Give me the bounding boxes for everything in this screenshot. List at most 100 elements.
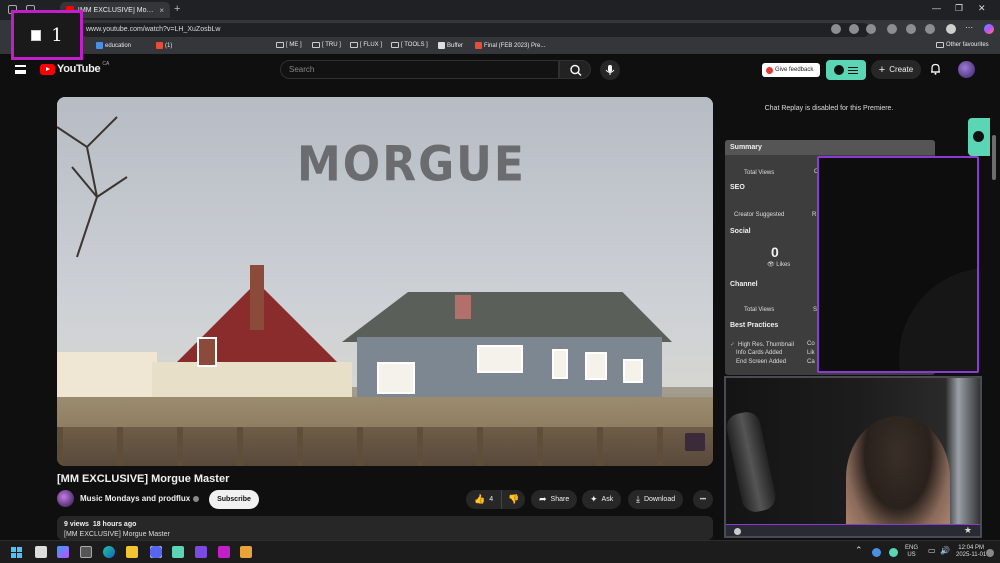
webcam-bar: ★ xyxy=(726,524,980,536)
minimize-button[interactable]: — xyxy=(932,3,941,13)
file-explorer-icon[interactable] xyxy=(126,546,138,558)
task-view-icon[interactable] xyxy=(35,546,47,558)
copilot-app-icon[interactable] xyxy=(57,546,69,558)
chimney-graphic xyxy=(455,295,471,319)
bookmark-other-favourites[interactable]: Other favourites xyxy=(936,42,989,48)
channel-name[interactable]: Music Mondays and prodflux xyxy=(80,494,200,503)
give-feedback-button[interactable]: Give feedback xyxy=(762,63,820,77)
share-button[interactable]: ➦ Share xyxy=(531,490,578,509)
windows-start-icon[interactable] xyxy=(11,547,22,558)
new-tab-button[interactable]: + xyxy=(174,3,180,15)
account-avatar[interactable] xyxy=(958,61,975,78)
window-graphic xyxy=(377,362,415,394)
voice-search-button[interactable] xyxy=(600,60,620,80)
dislike-button[interactable]: 👎 xyxy=(501,490,525,509)
search-input[interactable]: Search xyxy=(280,60,559,79)
overlay-window[interactable] xyxy=(817,156,979,373)
seo-header[interactable]: SEO xyxy=(730,184,745,191)
notifications-bell-icon[interactable] xyxy=(930,63,941,75)
profile-icon[interactable] xyxy=(946,24,956,34)
extension-icon[interactable] xyxy=(925,24,935,34)
clock[interactable]: 12:04 PM 2025-11-01 xyxy=(956,545,986,559)
check-icon: ✓ xyxy=(730,342,736,348)
thumbs-down-icon: 👎 xyxy=(508,494,520,504)
cut-value: R xyxy=(812,212,817,218)
more-menu-icon[interactable]: ⋯ xyxy=(965,24,975,34)
summary-header[interactable]: Summary xyxy=(725,140,935,155)
tray-app-icon[interactable] xyxy=(889,548,898,557)
search-button[interactable] xyxy=(559,60,591,79)
creator-suggested-label: Creator Suggested xyxy=(734,212,785,218)
best-practices-header[interactable]: Best Practices xyxy=(730,322,778,329)
close-window-button[interactable]: ✕ xyxy=(978,3,986,14)
screen: [MM EXCLUSIVE] Morgue Master × + — ❐ ✕ w… xyxy=(0,0,1000,563)
thumbnail-title-art: MORGUE xyxy=(297,136,526,193)
best-practice-item: End Screen Added xyxy=(736,359,787,365)
bookmark-notifications[interactable]: (1) xyxy=(156,42,172,49)
language-indicator[interactable]: ENG US xyxy=(905,545,918,559)
tray-app-icon[interactable] xyxy=(872,548,881,557)
close-tab-icon[interactable]: × xyxy=(159,6,164,15)
likes-label: 👁 Likes xyxy=(767,262,791,268)
window-graphic xyxy=(552,349,568,379)
maximize-button[interactable]: ❐ xyxy=(955,3,963,14)
subscribe-button[interactable]: Subscribe xyxy=(209,490,259,509)
create-button[interactable]: + Create xyxy=(871,60,921,79)
browser-tab-bar: [MM EXCLUSIVE] Morgue Master × + — ❐ ✕ xyxy=(0,0,1000,20)
youtube-logo[interactable]: YouTube CA xyxy=(40,61,109,75)
copilot-icon[interactable] xyxy=(984,24,994,34)
more-actions-button[interactable]: ••• xyxy=(693,490,713,509)
extension-icon[interactable] xyxy=(831,24,841,34)
bookmark-folder-me[interactable]: [ ME ] xyxy=(276,42,302,48)
bookmark-buffer[interactable]: Buffer xyxy=(438,42,463,49)
channel-avatar[interactable] xyxy=(57,490,74,507)
show-hidden-icons-icon[interactable]: ⌃ xyxy=(855,546,863,555)
social-header[interactable]: Social xyxy=(730,228,751,235)
description-box[interactable]: 9 views 18 hours ago [MM EXCLUSIVE] Morg… xyxy=(57,516,713,540)
person-head-graphic xyxy=(846,416,950,536)
channel-header[interactable]: Channel xyxy=(730,281,758,288)
bookmark-final[interactable]: Final (FEB 2023) Pre... xyxy=(475,42,545,49)
best-practice-item: Info Cards Added xyxy=(736,350,783,356)
tubebuddy-extension-button[interactable] xyxy=(826,60,866,80)
bookmark-education[interactable]: education xyxy=(96,42,131,49)
notifications-icon[interactable] xyxy=(986,549,994,557)
bookmark-folder-tools[interactable]: [ TOOLS ] xyxy=(391,42,428,48)
tubebuddy-side-tab[interactable] xyxy=(968,118,990,156)
app-icon[interactable] xyxy=(240,546,252,558)
menu-icon[interactable] xyxy=(15,65,26,74)
like-button[interactable]: 👍 4 xyxy=(466,490,501,509)
document-icon xyxy=(475,42,482,49)
ask-button[interactable]: ✦ Ask xyxy=(582,490,622,509)
cut-value: Lik xyxy=(807,350,815,356)
app-icon[interactable] xyxy=(218,546,230,558)
url-field[interactable]: www.youtube.com/watch?v=LH_XuZosbLw xyxy=(80,23,870,37)
refresh-icon[interactable] xyxy=(887,24,897,34)
youtube-masthead: YouTube CA Search Give feedback + Create xyxy=(0,55,1000,85)
extension-icon[interactable] xyxy=(906,24,916,34)
channel-watermark-icon[interactable] xyxy=(685,433,705,451)
list-icon xyxy=(848,66,858,74)
download-button[interactable]: ⤓ Download xyxy=(628,490,684,509)
extension-icon[interactable] xyxy=(849,24,859,34)
education-icon xyxy=(96,42,103,49)
folder-icon xyxy=(391,42,399,48)
decorative-arc xyxy=(899,268,977,371)
buffer-icon xyxy=(438,42,445,49)
bookmark-folder-flux[interactable]: [ FLUX ] xyxy=(350,42,382,48)
recording-badge: 1 xyxy=(11,10,83,60)
share-arrow-icon: ➦ xyxy=(539,494,547,504)
info-icon xyxy=(734,528,741,535)
best-practice-item: ✓ High Res. Thumbnail xyxy=(730,342,794,348)
volume-icon[interactable]: 🔊 xyxy=(940,547,950,555)
app-icon[interactable] xyxy=(195,546,207,558)
calendar-app-icon[interactable] xyxy=(80,546,92,558)
tubebuddy-app-icon[interactable] xyxy=(172,546,184,558)
video-player[interactable]: MORGUE xyxy=(57,97,713,466)
favorite-star-icon[interactable] xyxy=(866,24,876,34)
network-icon[interactable]: ▭ xyxy=(928,547,936,555)
scrollbar[interactable] xyxy=(992,135,996,180)
discord-icon[interactable] xyxy=(150,546,162,558)
bookmark-folder-tru[interactable]: [ TRU ] xyxy=(312,42,341,48)
edge-browser-icon[interactable] xyxy=(103,546,115,558)
